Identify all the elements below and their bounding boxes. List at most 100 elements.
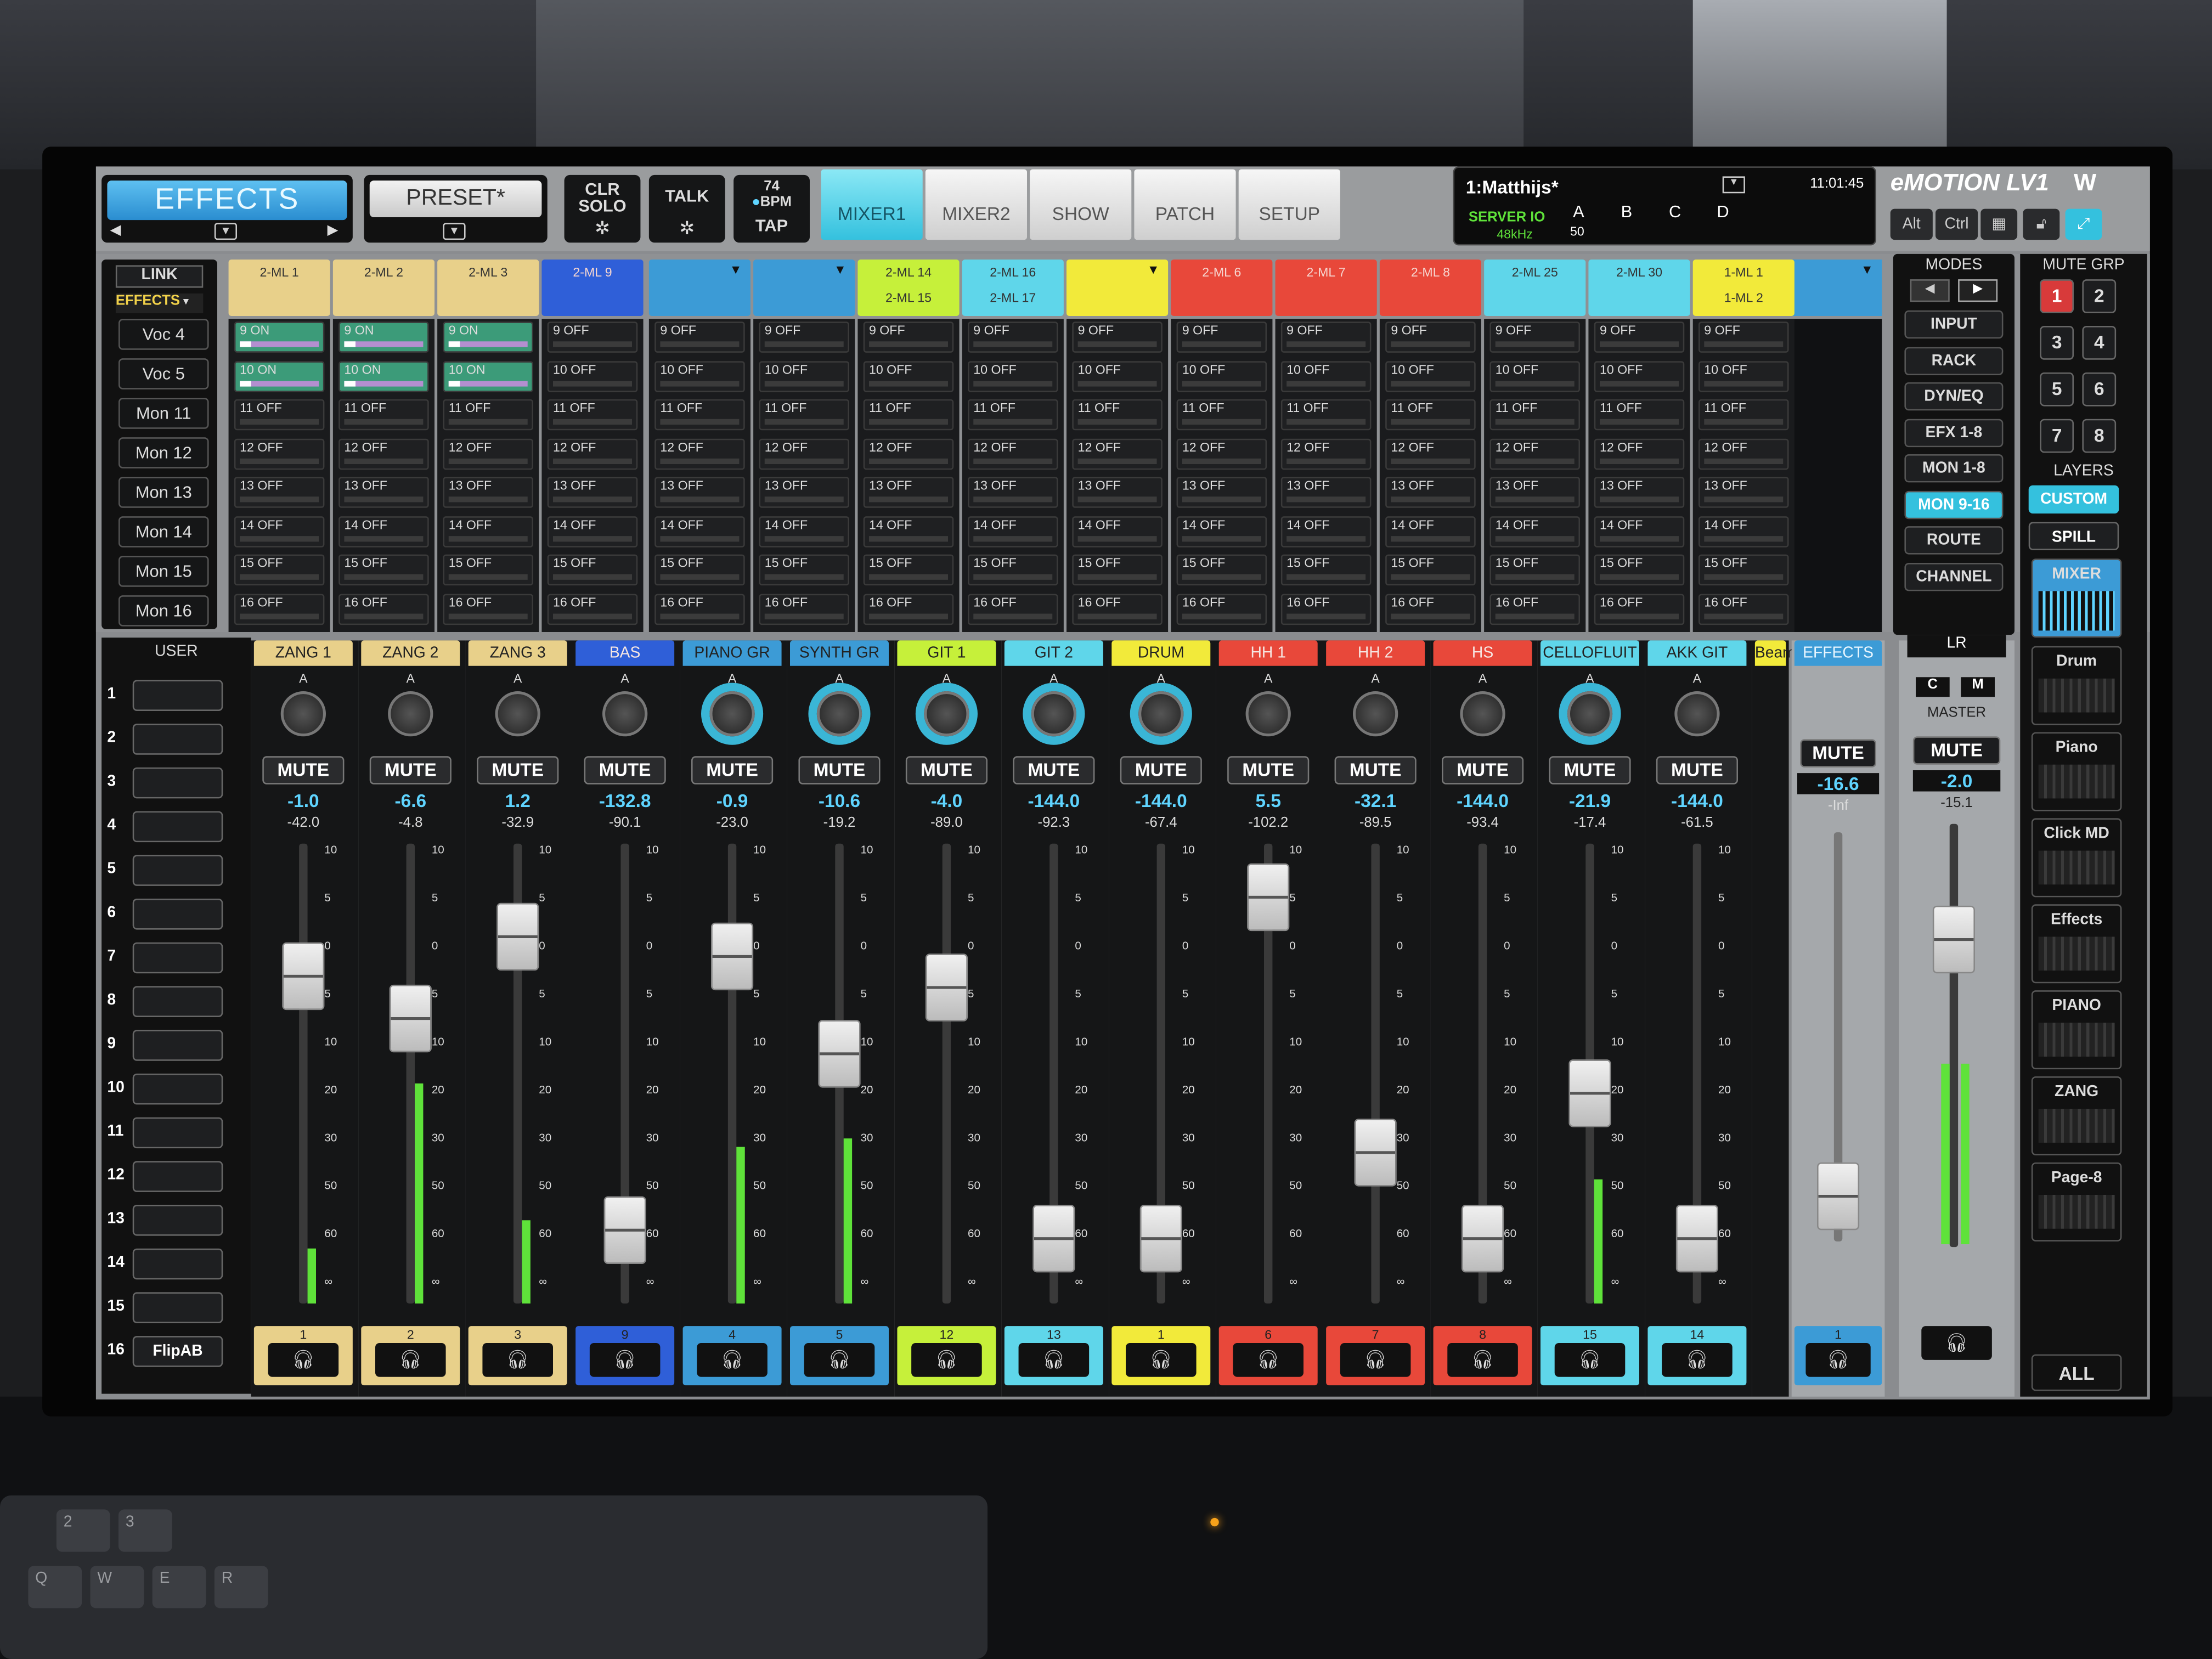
scene-c[interactable]: C [1669, 202, 1681, 222]
channel-fader[interactable] [1354, 1118, 1397, 1186]
send-toggle[interactable]: 12 OFF [1489, 438, 1580, 469]
send-toggle[interactable]: 12 OFF [338, 438, 429, 469]
send-toggle[interactable]: 16 OFF [443, 593, 533, 624]
send-toggle[interactable]: 11 OFF [863, 399, 954, 431]
user-key-button[interactable] [132, 1161, 223, 1192]
send-toggle[interactable]: 11 OFF [547, 399, 638, 431]
gain-knob[interactable] [1674, 691, 1720, 737]
send-toggle[interactable]: 14 OFF [338, 515, 429, 547]
prev-arrow-icon[interactable]: ◀ [110, 223, 121, 238]
send-toggle[interactable]: 9 OFF [1385, 321, 1476, 353]
channel-fader[interactable] [1675, 1204, 1718, 1272]
send-toggle[interactable]: 12 OFF [1594, 438, 1685, 469]
ctrl-key-button[interactable]: Ctrl [1936, 208, 1978, 240]
channel-name[interactable]: GIT 1 [897, 640, 996, 666]
chevron-down-icon[interactable]: ▼ [834, 262, 847, 276]
scene-b[interactable]: B [1621, 202, 1633, 222]
send-toggle[interactable]: 11 OFF [1072, 399, 1163, 431]
mode-button-dyn-eq[interactable]: DYN/EQ [1904, 382, 2004, 411]
send-toggle[interactable]: 16 OFF [863, 593, 954, 624]
send-toggle[interactable]: 13 OFF [759, 477, 849, 508]
user-key-button[interactable] [132, 1205, 223, 1236]
send-toggle[interactable]: 10 ON [234, 360, 325, 392]
user-key-button[interactable] [132, 680, 223, 711]
matrix-column-header[interactable]: 2-ML 2 [332, 259, 435, 316]
send-toggle[interactable]: 14 OFF [1489, 515, 1580, 547]
lock-icon[interactable]: 🔓︎ [2023, 208, 2060, 240]
mute-button[interactable]: MUTE [691, 756, 774, 785]
send-toggle[interactable]: 12 OFF [1176, 438, 1267, 469]
channel-fader[interactable] [1247, 863, 1290, 931]
send-toggle[interactable]: 12 OFF [1072, 438, 1163, 469]
send-toggle[interactable]: 11 OFF [1699, 399, 1789, 431]
send-toggle[interactable]: 9 ON [338, 321, 429, 353]
preset-dropdown-icon[interactable]: ▼ [443, 223, 466, 240]
send-toggle[interactable]: 13 OFF [443, 477, 533, 508]
send-toggle[interactable]: 15 OFF [654, 554, 745, 586]
layer-thumb-click-md[interactable]: Click MD [2031, 818, 2122, 898]
send-toggle[interactable]: 15 OFF [759, 554, 849, 586]
send-toggle[interactable]: 12 OFF [863, 438, 954, 469]
send-toggle[interactable]: 14 OFF [547, 515, 638, 547]
send-toggle[interactable]: 11 OFF [338, 399, 429, 431]
mute-group-button[interactable]: 8 [2082, 419, 2117, 453]
send-toggle[interactable]: 11 OFF [1385, 399, 1476, 431]
master-m-button[interactable]: M [1961, 677, 1995, 697]
headphone-icon[interactable]: 🎧︎ [589, 1343, 661, 1377]
user-key-button[interactable] [132, 1117, 223, 1149]
matrix-column-header[interactable]: 2-ML 8 [1379, 259, 1481, 316]
send-toggle[interactable]: 13 OFF [968, 477, 1058, 508]
bpm-tap-button[interactable]: 74 ●BPM TAP [733, 174, 810, 243]
send-toggle[interactable]: 9 OFF [1594, 321, 1685, 353]
send-toggle[interactable]: 16 OFF [1176, 593, 1267, 624]
send-toggle[interactable]: 15 OFF [1280, 554, 1372, 586]
user-key-button[interactable] [132, 942, 223, 974]
channel-name[interactable]: CELLOFLUIT [1541, 640, 1639, 666]
send-toggle[interactable]: 13 OFF [234, 477, 325, 508]
matrix-column-header[interactable]: 2-ML 9 [541, 259, 644, 316]
session-name[interactable]: 1:Matthijs* [1466, 176, 1559, 198]
mode-button-route[interactable]: ROUTE [1904, 526, 2004, 555]
send-toggle[interactable]: 15 OFF [1072, 554, 1163, 586]
effects-layer-button[interactable]: EFFECTS ◀ ▼ ▶ [101, 174, 353, 243]
send-toggle[interactable]: 12 OFF [234, 438, 325, 469]
send-toggle[interactable]: 9 OFF [1699, 321, 1789, 353]
mixer-layer-thumb[interactable]: MIXER [2031, 558, 2122, 638]
send-toggle[interactable]: 9 OFF [1489, 321, 1580, 353]
matrix-column-header[interactable]: 2-ML 7 [1275, 259, 1377, 316]
send-toggle[interactable]: 9 OFF [654, 321, 745, 353]
headphone-icon[interactable]: 🎧︎ [268, 1343, 339, 1377]
custom-layer-button[interactable]: CUSTOM [2028, 485, 2119, 514]
layer-thumb-piano[interactable]: Piano [2031, 732, 2122, 811]
mute-button[interactable]: MUTE [477, 756, 559, 785]
send-toggle[interactable]: 16 OFF [1489, 593, 1580, 624]
headphone-icon[interactable]: 🎧︎ [697, 1343, 768, 1377]
send-toggle[interactable]: 15 OFF [443, 554, 533, 586]
send-toggle[interactable]: 13 OFF [1594, 477, 1685, 508]
send-toggle[interactable]: 16 OFF [234, 593, 325, 624]
send-toggle[interactable]: 16 OFF [1280, 593, 1372, 624]
mode-button-rack[interactable]: RACK [1904, 346, 2004, 375]
user-key-button[interactable] [132, 1248, 223, 1280]
send-toggle[interactable]: 13 OFF [547, 477, 638, 508]
talk-button[interactable]: TALK ✲ [648, 174, 725, 243]
headphone-icon[interactable]: 🎧︎ [482, 1343, 553, 1377]
preset-button[interactable]: PRESET* ▼ [364, 174, 548, 243]
send-toggle[interactable]: 10 OFF [1489, 360, 1580, 392]
send-toggle[interactable]: 10 OFF [1072, 360, 1163, 392]
link-button[interactable]: LINK [115, 265, 204, 288]
matrix-column-header[interactable]: 2-ML 3 [437, 259, 539, 316]
send-toggle[interactable]: 10 OFF [1385, 360, 1476, 392]
send-toggle[interactable]: 13 OFF [338, 477, 429, 508]
matrix-column-header[interactable]: ▼ [753, 259, 855, 316]
next-arrow-icon[interactable]: ▶ [328, 223, 338, 238]
headphone-icon[interactable]: 🎧︎ [804, 1343, 875, 1377]
send-toggle[interactable]: 10 ON [338, 360, 429, 392]
send-toggle[interactable]: 10 OFF [547, 360, 638, 392]
clr-solo-button[interactable]: CLR SOLO ✲ [564, 174, 641, 243]
send-toggle[interactable]: 10 OFF [654, 360, 745, 392]
send-toggle[interactable]: 12 OFF [968, 438, 1058, 469]
send-toggle[interactable]: 16 OFF [654, 593, 745, 624]
tab-patch[interactable]: PATCH [1134, 169, 1236, 240]
send-toggle[interactable]: 11 OFF [443, 399, 533, 431]
